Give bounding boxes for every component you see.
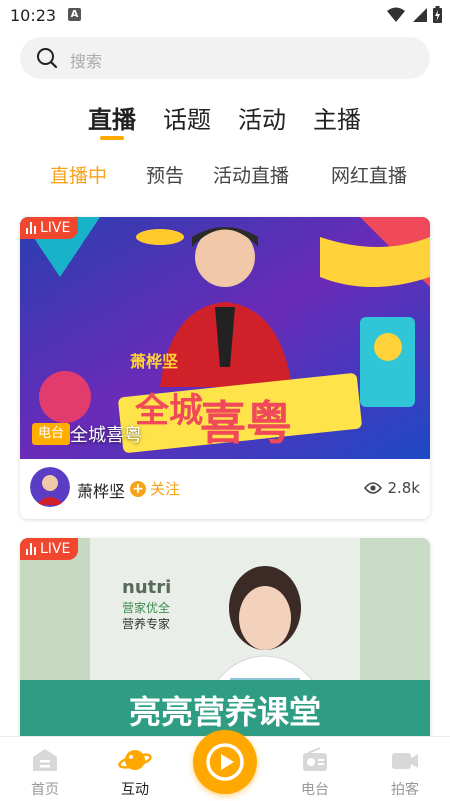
subtab-influencer-live[interactable]: 网红直播 (331, 161, 407, 188)
follow-button[interactable]: + 关注 (130, 478, 180, 499)
radio-icon (303, 747, 327, 771)
nav-radio[interactable]: 电台 (280, 747, 350, 799)
live-label: LIVE (40, 541, 71, 557)
video-camera-icon (392, 753, 418, 769)
subtab-live-now[interactable]: 直播中 (50, 161, 107, 188)
play-icon (206, 743, 244, 781)
live-badge: LIVE (20, 217, 79, 239)
poster-art: nutri 营家优全 营养专家 亮亮营养课堂 (20, 538, 430, 748)
live-label: LIVE (40, 220, 71, 236)
anchor-name[interactable]: 萧桦坚 (77, 478, 125, 502)
planet-icon (118, 750, 152, 770)
subtab-event-live[interactable]: 活动直播 (213, 161, 289, 188)
active-tab-indicator (100, 136, 124, 140)
follow-label: 关注 (150, 480, 181, 498)
nav-home[interactable]: 首页 (10, 747, 80, 799)
status-icons (387, 6, 442, 23)
nav-paike[interactable]: 拍客 (370, 747, 440, 799)
notification-a-icon: A (68, 8, 81, 21)
live-thumbnail[interactable]: nutri 营家优全 营养专家 亮亮营养课堂 LIVE (20, 538, 430, 748)
search-input[interactable]: 搜索 (70, 48, 102, 72)
center-play-button[interactable] (193, 730, 257, 794)
nav-radio-label: 电台 (301, 782, 329, 798)
live-card[interactable]: nutri 营家优全 营养专家 亮亮营养课堂 LIVE (20, 538, 430, 748)
category-tag: 电台 (32, 423, 71, 445)
poster-banner: 亮亮营养课堂 (129, 693, 321, 731)
eye-icon (364, 482, 383, 494)
live-thumbnail[interactable]: 萧桦坚 全城 喜粤 LIVE 电台 全城喜粤 (20, 217, 430, 459)
main-tabs: 直播 话题 活动 主播 (0, 100, 450, 144)
view-count: 2.8k (364, 479, 420, 497)
view-count-value: 2.8k (387, 479, 420, 497)
nav-interact-label: 互动 (121, 782, 149, 798)
nav-interact[interactable]: 互动 (100, 747, 170, 799)
nav-home-label: 首页 (31, 782, 59, 798)
poster-host-text: 萧桦坚 (130, 352, 178, 371)
wifi-icon (387, 7, 405, 22)
plus-icon: + (130, 480, 146, 497)
poster-subtitle: 营养专家 (122, 616, 170, 631)
status-time: 10:23 (10, 6, 57, 25)
live-title: 全城喜粤 (70, 425, 142, 446)
poster-brand-cn: 营家优全 (122, 600, 170, 615)
status-bar: 10:23 A (0, 0, 450, 30)
nav-paike-label: 拍客 (391, 782, 419, 798)
card-meta: 萧桦坚 + 关注 2.8k (20, 459, 430, 519)
search-bar[interactable]: 搜索 (20, 37, 430, 79)
tab-topics[interactable]: 话题 (163, 100, 211, 135)
live-bars-icon (26, 222, 36, 234)
live-badge: LIVE (20, 538, 79, 560)
poster-title-line1: 全城 (134, 391, 203, 431)
tab-events[interactable]: 活动 (238, 100, 286, 135)
tab-anchors[interactable]: 主播 (313, 100, 361, 135)
search-icon (37, 48, 58, 69)
subtab-preview[interactable]: 预告 (146, 161, 184, 188)
avatar[interactable] (30, 467, 70, 507)
signal-icon (413, 7, 427, 22)
tab-live[interactable]: 直播 (88, 100, 136, 135)
poster-brand: nutri (122, 577, 171, 598)
home-icon (33, 749, 57, 771)
live-bars-icon (26, 543, 36, 555)
battery-icon (433, 6, 442, 23)
live-card[interactable]: 萧桦坚 全城 喜粤 LIVE 电台 全城喜粤 萧桦坚 + 关注 2.8k (20, 217, 430, 519)
poster-title-line2: 喜粤 (200, 396, 292, 450)
